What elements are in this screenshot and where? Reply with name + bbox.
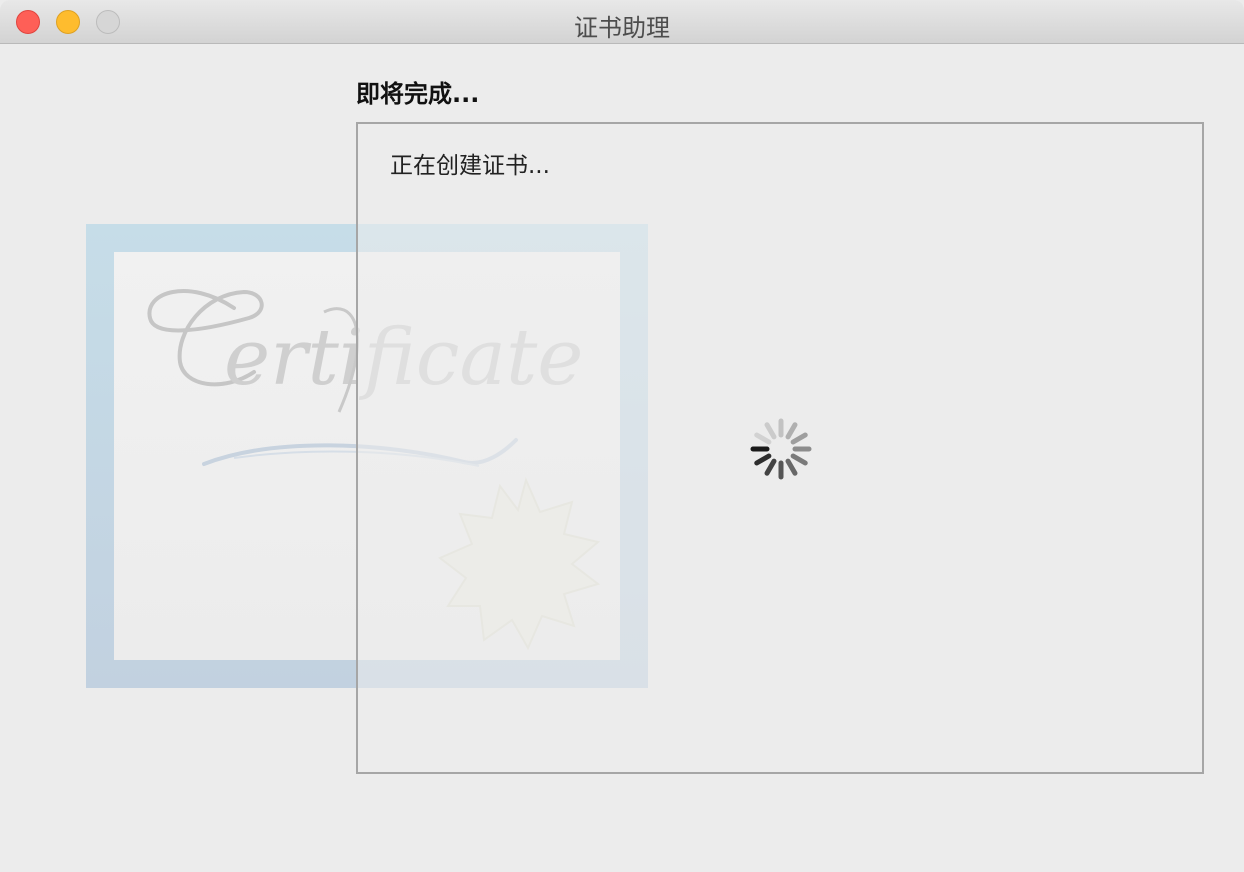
- step-heading: 即将完成...: [356, 80, 480, 108]
- status-text: 正在创建证书...: [390, 153, 550, 179]
- spinner-icon: [750, 418, 812, 480]
- title-bar: 证书助理: [0, 0, 1244, 44]
- window-title: 证书助理: [574, 14, 670, 42]
- certificate-assistant-window: 证书助理 即将完成... ertificate 正在创建证书...: [0, 0, 1244, 872]
- progress-panel: 正在创建证书...: [356, 122, 1204, 774]
